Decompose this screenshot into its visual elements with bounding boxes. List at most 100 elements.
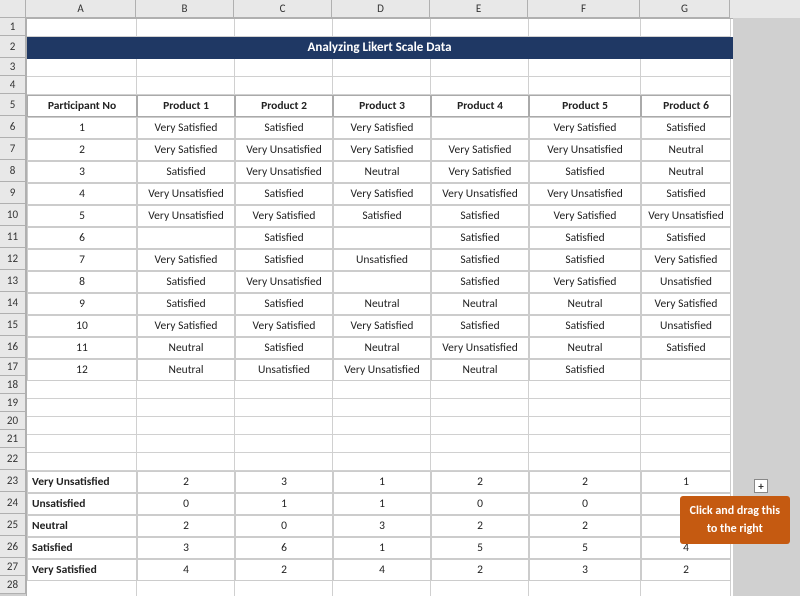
cell-p1-prod6: Satisfied xyxy=(641,117,731,139)
row-num-28: 28 xyxy=(0,576,26,594)
empty-17-c xyxy=(137,381,235,399)
row-num-9: 9 xyxy=(0,182,26,204)
cell-p2-prod6: Neutral xyxy=(641,139,731,161)
summary-1-p1: 2 xyxy=(137,471,235,493)
col-header-a: A xyxy=(26,0,136,18)
row-27 xyxy=(27,581,733,596)
cell-p11-prod4: Very Unsatisfied xyxy=(431,337,529,359)
cell-1-h xyxy=(641,19,731,37)
cell-p8-prod5: Very Satisfied xyxy=(529,271,641,293)
cell-p11-prod6: Satisfied xyxy=(641,337,731,359)
cell-p7-prod3: Unsatisfied xyxy=(333,249,431,271)
row-num-11: 11 xyxy=(0,226,26,248)
summary-4-p3: 1 xyxy=(333,537,431,559)
tooltip-box: Click and drag thisto the right xyxy=(680,496,790,544)
row-2-title: Analyzing Likert Scale Data xyxy=(27,37,733,59)
cell-p3-prod4: Very Satisfied xyxy=(431,161,529,183)
data-row-8: 8 Satisfied Very Unsatisfied Satisfied V… xyxy=(27,271,733,293)
cell-p1-num: 1 xyxy=(27,117,137,139)
row-19 xyxy=(27,417,733,435)
summary-5-p5: 3 xyxy=(529,559,641,581)
cell-p2-prod3: Very Satisfied xyxy=(333,139,431,161)
cell-p6-prod4: Satisfied xyxy=(431,227,529,249)
spreadsheet: A B C D E F G 1 2 3 4 5 6 7 8 9 10 11 12… xyxy=(0,0,800,596)
row-20 xyxy=(27,435,733,453)
cell-4-c xyxy=(137,77,235,95)
cell-p10-prod4: Satisfied xyxy=(431,315,529,337)
col-header-g: G xyxy=(640,0,730,18)
data-row-4: 4 Very Unsatisfied Satisfied Very Satisf… xyxy=(27,183,733,205)
summary-4-p1: 3 xyxy=(137,537,235,559)
row-num-4: 4 xyxy=(0,76,26,94)
summary-1-p5: 2 xyxy=(529,471,641,493)
col-header-f: F xyxy=(528,0,640,18)
data-row-12: 12 Neutral Unsatisfied Very Unsatisfied … xyxy=(27,359,733,381)
row-num-12: 12 xyxy=(0,248,26,270)
cell-p3-prod6: Neutral xyxy=(641,161,731,183)
row-num-27: 27 xyxy=(0,558,26,576)
cell-p5-prod4: Satisfied xyxy=(431,205,529,227)
row-num-20: 20 xyxy=(0,412,26,430)
cell-p8-prod2: Very Unsatisfied xyxy=(235,271,333,293)
cell-p10-prod3: Very Satisfied xyxy=(333,315,431,337)
summary-5-p3: 4 xyxy=(333,559,431,581)
cell-3-f xyxy=(431,59,529,77)
row-num-5: 5 xyxy=(0,94,26,116)
col-header-b: B xyxy=(136,0,234,18)
cell-p10-prod1: Very Satisfied xyxy=(137,315,235,337)
header-product5: Product 5 xyxy=(529,95,641,117)
row-num-16: 16 xyxy=(0,336,26,358)
column-headers: A B C D E F G xyxy=(0,0,800,18)
header-product1: Product 1 xyxy=(137,95,235,117)
col-header-d: D xyxy=(332,0,430,18)
summary-3-p2: 0 xyxy=(235,515,333,537)
cell-p9-prod4: Neutral xyxy=(431,293,529,315)
cell-1-d xyxy=(235,19,333,37)
cell-p3-prod2: Very Unsatisfied xyxy=(235,161,333,183)
drag-handle-icon[interactable]: + xyxy=(754,479,768,493)
cell-p11-num: 11 xyxy=(27,337,137,359)
cell-p2-prod1: Very Satisfied xyxy=(137,139,235,161)
cell-p8-prod3 xyxy=(333,271,431,293)
summary-2-p2: 1 xyxy=(235,493,333,515)
row-4 xyxy=(27,77,733,95)
data-row-10: 10 Very Satisfied Very Satisfied Very Sa… xyxy=(27,315,733,337)
summary-4-p5: 5 xyxy=(529,537,641,559)
cell-3-b xyxy=(27,59,137,77)
summary-4-p4: 5 xyxy=(431,537,529,559)
cell-p6-prod1 xyxy=(137,227,235,249)
data-row-3: 3 Satisfied Very Unsatisfied Neutral Ver… xyxy=(27,161,733,183)
cell-p8-prod6: Unsatisfied xyxy=(641,271,731,293)
cell-p4-num: 4 xyxy=(27,183,137,205)
row-num-3: 3 xyxy=(0,58,26,76)
cell-p5-num: 5 xyxy=(27,205,137,227)
cell-p5-prod3: Satisfied xyxy=(333,205,431,227)
header-product4: Product 4 xyxy=(431,95,529,117)
cell-p2-prod4: Very Satisfied xyxy=(431,139,529,161)
cell-p12-prod4: Neutral xyxy=(431,359,529,381)
summary-5-p4: 2 xyxy=(431,559,529,581)
header-product3: Product 3 xyxy=(333,95,431,117)
row-21 xyxy=(27,453,733,471)
data-row-1: 1 Very Satisfied Satisfied Very Satisfie… xyxy=(27,117,733,139)
summary-3-p3: 3 xyxy=(333,515,431,537)
row-num-23: 23 xyxy=(0,470,26,492)
cell-p12-prod2: Unsatisfied xyxy=(235,359,333,381)
cell-p12-prod5: Satisfied xyxy=(529,359,641,381)
cell-p2-prod5: Very Unsatisfied xyxy=(529,139,641,161)
cell-p3-num: 3 xyxy=(27,161,137,183)
row-num-25: 25 xyxy=(0,514,26,536)
summary-3-p5: 2 xyxy=(529,515,641,537)
cell-1-f xyxy=(431,19,529,37)
summary-label-1: Very Unsatisfied xyxy=(27,471,137,493)
tooltip-text: Click and drag thisto the right xyxy=(690,504,780,536)
summary-row-1: Very Unsatisfied 2 3 1 2 2 1 xyxy=(27,471,733,493)
cell-p5-prod5: Very Satisfied xyxy=(529,205,641,227)
summary-3-p4: 2 xyxy=(431,515,529,537)
cell-3-c xyxy=(137,59,235,77)
header-participant: Participant No xyxy=(27,95,137,117)
cell-3-e xyxy=(333,59,431,77)
cell-p11-prod5: Neutral xyxy=(529,337,641,359)
cell-p10-prod2: Very Satisfied xyxy=(235,315,333,337)
empty-17-d xyxy=(235,381,333,399)
